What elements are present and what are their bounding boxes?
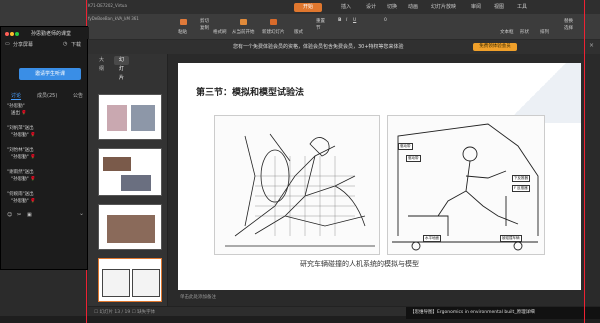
slide-canvas[interactable]: 第三节：模拟和模型试验法 驱动带 驱动带 下反推器 F 反推器 水平地面 被碰撞…: [168, 54, 600, 306]
slide-thumbnail[interactable]: [98, 204, 162, 250]
tab-review[interactable]: 审阅: [471, 3, 481, 12]
section-button[interactable]: 节: [316, 25, 321, 31]
copy-button[interactable]: 复制: [200, 25, 209, 31]
wps-ribbon-tabs: K71-DE7202_Virtua 开始 插入 设计 切换 动画 幻灯片放映 审…: [88, 0, 600, 14]
image-icon[interactable]: ▣: [27, 212, 32, 218]
figure-label: 驱动带: [398, 143, 413, 150]
tab-design[interactable]: 设计: [366, 3, 376, 12]
chat-message: "谢雨然"送出 "孙思勤" 🌹: [7, 170, 36, 182]
new-slide-button[interactable]: 新建幻灯片: [262, 29, 285, 35]
figure-label: 下反推器: [512, 175, 530, 182]
window-controls: [5, 31, 20, 38]
tab-view[interactable]: 视图: [494, 3, 504, 12]
panel-toolbar: ▭ 分享屏幕 ◷ 下载: [1, 39, 89, 51]
tab-members[interactable]: 成员(25): [37, 92, 57, 99]
italic-icon[interactable]: I: [346, 18, 347, 23]
chat-message: "何婉雨"送出 "孙思勤" 🌹: [7, 192, 36, 204]
close-icon[interactable]: ×: [589, 42, 594, 49]
crash-simulation-figure-left: [214, 115, 380, 255]
free-trial-button[interactable]: 免费领体验会员: [473, 43, 517, 51]
slide-thumbnail-panel: 大纲 幻灯片: [88, 54, 168, 316]
tab-tools[interactable]: 工具: [517, 3, 527, 12]
wps-ribbon: fyDeBoeBan_kVA_kM 361 粘贴 剪切 复制 格式刷 从当前开始…: [88, 14, 600, 40]
screen-share-icon[interactable]: ▭: [5, 41, 10, 47]
panel-tabs: 讨论 成员(25) 公告: [1, 91, 89, 101]
close-window-icon[interactable]: [5, 32, 9, 36]
emoji-icon[interactable]: ☺: [7, 212, 12, 218]
classroom-panel: 孙思勤老师的课堂 ▭ 分享屏幕 ◷ 下载 邀请学生听课 讨论 成员(25) 公告…: [0, 26, 89, 270]
tab-discussion[interactable]: 讨论: [11, 92, 22, 100]
screen: K71-DE7202_Virtua 开始 插入 设计 切换 动画 幻灯片放映 审…: [0, 0, 600, 323]
share-screen-button[interactable]: 分享屏幕: [13, 41, 33, 48]
arrange-button[interactable]: 排列: [540, 29, 549, 35]
slide-thumbnail-selected[interactable]: [98, 258, 162, 302]
paste-icon[interactable]: [180, 19, 187, 25]
slide-thumbnail[interactable]: [98, 148, 162, 196]
tab-outline[interactable]: 大纲: [94, 56, 109, 72]
slide-title[interactable]: 第三节：模拟和模型试验法: [196, 85, 304, 98]
download-icon[interactable]: ◷: [63, 41, 67, 47]
layout-button[interactable]: 版式: [294, 29, 303, 35]
notification-toast[interactable]: 【思维导图】Ergonomics in environmental built_…: [406, 307, 600, 319]
zoom-window-icon[interactable]: [15, 32, 19, 36]
invite-students-button[interactable]: 邀请学生听课: [19, 68, 81, 80]
collapse-icon[interactable]: ⌄: [79, 210, 89, 220]
shape-button[interactable]: 形状: [520, 29, 529, 35]
text-box-button[interactable]: 文本框: [500, 29, 514, 35]
figure-label: F 反推器: [512, 185, 530, 192]
underline-icon[interactable]: U: [353, 18, 356, 23]
recording-guide-right: [584, 0, 585, 323]
reset-button[interactable]: 重置: [316, 18, 325, 24]
tab-announcement[interactable]: 公告: [73, 92, 83, 99]
notes-placeholder[interactable]: 单击此处添加备注: [180, 294, 216, 300]
cut-button[interactable]: 剪切: [200, 18, 209, 24]
play-icon[interactable]: [240, 19, 247, 25]
panel-bottom-tools: ☺ ✂ ▣: [7, 212, 87, 220]
figure-label: 水平地面: [423, 235, 441, 242]
status-slide-info: ☐ 幻灯片 13 / 19 ☐ 缺失字体: [94, 310, 156, 315]
minimize-window-icon[interactable]: [10, 32, 14, 36]
notice-text: 您有一个免费体验会员的资格，体验会员包含免费会员，30+特权等您来体验: [233, 44, 404, 50]
chat-message: "孙思勤" 送出 🌹: [7, 104, 28, 116]
slide-decoration: [491, 63, 581, 123]
format-painter-button[interactable]: 格式刷: [213, 29, 227, 35]
figure-label: 被碰撞车辆: [500, 235, 522, 242]
select-button[interactable]: 选择: [564, 25, 573, 31]
current-slide[interactable]: 第三节：模拟和模型试验法 驱动带 驱动带 下反推器 F 反推器 水平地面 被碰撞…: [178, 63, 581, 290]
figure-label: 驱动带: [406, 155, 421, 162]
tab-slideshow[interactable]: 幻灯片放映: [431, 3, 456, 12]
tab-animation[interactable]: 动画: [408, 3, 418, 12]
scissors-icon[interactable]: ✂: [17, 212, 21, 218]
slide-thumbnail[interactable]: [98, 94, 162, 140]
bold-icon[interactable]: B: [338, 18, 341, 23]
chat-message: "刘怡林"送出 "孙思勤" 🌹: [7, 148, 36, 160]
replace-button[interactable]: 替换: [564, 18, 573, 24]
tab-slides[interactable]: 幻灯片: [114, 56, 130, 81]
window-title-fragment: K71-DE7202_Virtua: [88, 3, 127, 8]
notice-bar: 您有一个免费体验会员的资格，体验会员包含免费会员，30+特权等您来体验 免费领体…: [88, 40, 600, 54]
font-size-field[interactable]: 0: [384, 18, 387, 23]
tab-insert[interactable]: 插入: [341, 3, 351, 12]
from-current-button[interactable]: 从当前开始: [232, 29, 255, 35]
window-subtitle-fragment: fyDeBoeBan_kVA_kM 361: [88, 16, 139, 21]
new-slide-icon[interactable]: [270, 19, 277, 25]
panel-title: 孙思勤老师的课堂: [31, 31, 72, 37]
tab-transition[interactable]: 切换: [387, 3, 397, 12]
download-button[interactable]: 下载: [71, 41, 81, 48]
paste-button[interactable]: 粘贴: [178, 29, 187, 35]
tab-start[interactable]: 开始: [294, 3, 322, 12]
chat-message: "刘帆萍"送出 "孙思勤" 🌹: [7, 126, 36, 138]
panel-header: 孙思勤老师的课堂: [1, 27, 89, 39]
slide-caption[interactable]: 研究车辆碰撞的人机系统的模拟与模型: [300, 259, 419, 269]
